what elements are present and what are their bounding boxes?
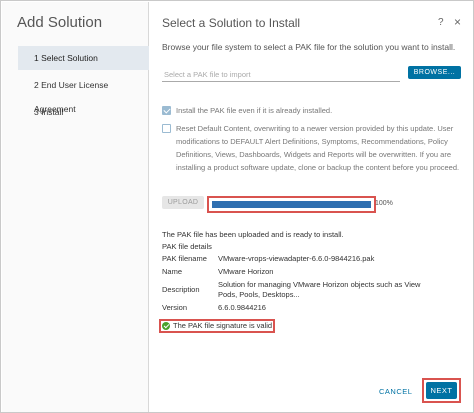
step-eula[interactable]: 2 End User License Agreement	[18, 73, 149, 114]
detail-row-version: Version 6.6.0.9844216	[162, 303, 462, 313]
wizard-sidebar: Add Solution 1 Select Solution 2 End Use…	[2, 2, 149, 412]
signature-message: The PAK file signature is valid	[173, 321, 273, 330]
wizard-steps: 1 Select Solution 2 End User License Agr…	[18, 46, 149, 127]
upload-status-message: The PAK file has been uploaded and is re…	[162, 230, 344, 239]
reset-default-content-label: Reset Default Content, overwriting to a …	[176, 124, 460, 172]
close-icon[interactable]: ×	[454, 15, 461, 29]
pak-details-list: PAK filename VMware-vrops-viewadapter-6.…	[162, 254, 462, 316]
install-even-if-installed-checkbox[interactable]	[162, 106, 171, 115]
step-install[interactable]: 3 Install	[18, 100, 149, 124]
detail-label: PAK filename	[162, 254, 207, 263]
add-solution-dialog: Add Solution 1 Select Solution 2 End Use…	[0, 0, 474, 413]
reset-default-content-option: Reset Default Content, overwriting to a …	[162, 122, 462, 174]
install-even-if-installed-option: Install the PAK file even if it is alrea…	[162, 104, 332, 117]
pak-details-heading: PAK file details	[162, 242, 212, 251]
help-icon[interactable]: ?	[438, 17, 444, 28]
detail-value: VMware Horizon	[218, 267, 274, 276]
detail-value: VMware-vrops-viewadapter-6.6.0-9844216.p…	[218, 254, 375, 263]
check-circle-icon	[162, 322, 170, 330]
upload-progress-fill	[212, 201, 371, 208]
step-select-solution[interactable]: 1 Select Solution	[18, 46, 149, 70]
page-title: Select a Solution to Install	[162, 16, 301, 30]
wizard-content: Select a Solution to Install ? × Browse …	[150, 2, 474, 412]
pak-file-input[interactable]	[162, 68, 400, 82]
next-button-highlight: NEXT	[422, 378, 461, 403]
detail-row-name: Name VMware Horizon	[162, 267, 462, 277]
wizard-title: Add Solution	[17, 14, 103, 31]
detail-label: Name	[162, 267, 183, 276]
detail-value: Solution for managing VMware Horizon obj…	[218, 280, 421, 299]
detail-label: Description	[162, 285, 200, 294]
upload-progress-highlight	[207, 196, 376, 213]
detail-row-filename: PAK filename VMware-vrops-viewadapter-6.…	[162, 254, 462, 264]
upload-progress-percent: 100%	[375, 200, 393, 207]
reset-default-content-checkbox[interactable]	[162, 124, 171, 133]
detail-label: Version	[162, 303, 188, 312]
next-button[interactable]: NEXT	[426, 382, 457, 399]
cancel-button[interactable]: CANCEL	[379, 387, 412, 396]
upload-button: UPLOAD	[162, 196, 204, 209]
upload-progress-bar	[212, 201, 371, 208]
install-even-if-installed-label: Install the PAK file even if it is alrea…	[176, 106, 333, 115]
signature-status: The PAK file signature is valid	[159, 319, 275, 333]
intro-text: Browse your file system to select a PAK …	[162, 42, 456, 52]
detail-value: 6.6.0.9844216	[218, 303, 266, 312]
browse-button[interactable]: BROWSE...	[408, 66, 461, 79]
detail-row-description: Description Solution for managing VMware…	[162, 280, 462, 300]
